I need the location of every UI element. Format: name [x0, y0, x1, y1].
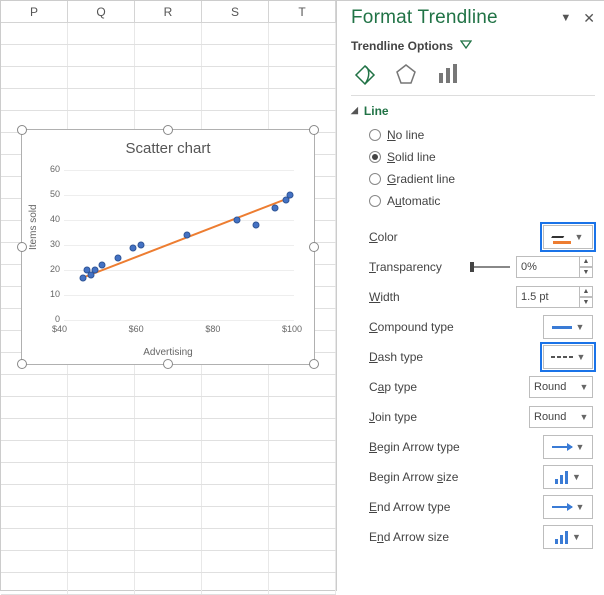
radio-solid-line[interactable]: Solid line — [369, 146, 595, 168]
end-arrow-type-picker[interactable]: ▼ — [543, 495, 593, 519]
format-trendline-pane: Format Trendline ▼ ✕ Trendline Options ◢… — [337, 1, 604, 591]
begin-arrow-type-picker[interactable]: ▼ — [543, 435, 593, 459]
prop-begin-arrow-size: Begin Arrow size ▼ — [351, 462, 595, 492]
y-axis-label: Items sold — [28, 204, 39, 250]
col-header[interactable]: T — [269, 1, 336, 22]
begin-arrow-size-picker[interactable]: ▼ — [543, 465, 593, 489]
prop-cap-type: Cap type Round▼ — [351, 372, 595, 402]
prop-dash-type: Dash type ▼ — [351, 342, 595, 372]
pane-tabs — [351, 53, 595, 96]
collapse-icon: ◢ — [351, 105, 358, 116]
section-line[interactable]: ◢ Line — [351, 104, 595, 118]
column-headers: P Q R S T — [1, 1, 336, 23]
prop-compound-type: Compound type ▼ — [351, 312, 595, 342]
prop-begin-arrow-type: Begin Arrow type ▼ — [351, 432, 595, 462]
spreadsheet-grid[interactable]: P Q R S T Scatter chart Items sold 01020… — [1, 1, 337, 591]
pane-subhead[interactable]: Trendline Options — [351, 39, 595, 53]
prop-join-type: Join type Round▼ — [351, 402, 595, 432]
plot-area[interactable]: 0102030405060$40$60$80$100 — [64, 170, 294, 320]
close-icon[interactable]: ✕ — [583, 10, 595, 27]
end-arrow-size-picker[interactable]: ▼ — [543, 525, 593, 549]
color-picker[interactable]: ▼ — [543, 225, 593, 249]
join-type-select[interactable]: Round▼ — [529, 406, 593, 428]
prop-end-arrow-size: End Arrow size ▼ — [351, 522, 595, 552]
radio-gradient-line[interactable]: Gradient line — [369, 168, 595, 190]
col-header[interactable]: Q — [68, 1, 135, 22]
col-header[interactable]: S — [202, 1, 269, 22]
radio-no-line[interactable]: No line — [369, 124, 595, 146]
compound-type-picker[interactable]: ▼ — [543, 315, 593, 339]
radio-automatic[interactable]: Automatic — [369, 190, 595, 212]
dash-type-picker[interactable]: ▼ — [543, 345, 593, 369]
tab-trendline-options[interactable] — [437, 63, 461, 87]
prop-end-arrow-type: End Arrow type ▼ — [351, 492, 595, 522]
tab-effects[interactable] — [395, 63, 419, 87]
transparency-spinner[interactable]: ▲▼ — [579, 256, 593, 278]
col-header[interactable]: R — [135, 1, 202, 22]
transparency-slider[interactable] — [470, 266, 510, 268]
line-type-radios: No line Solid line Gradient line Automat… — [351, 124, 595, 212]
task-pane-options-icon[interactable]: ▼ — [560, 12, 571, 24]
tab-fill-line[interactable] — [353, 63, 377, 87]
cap-type-select[interactable]: Round▼ — [529, 376, 593, 398]
chevron-down-icon — [460, 40, 472, 50]
prop-color: Color ▼ — [351, 222, 595, 252]
col-header[interactable]: P — [1, 1, 68, 22]
pane-title: Format Trendline — [351, 7, 498, 29]
width-spinner[interactable]: ▲▼ — [579, 286, 593, 308]
transparency-input[interactable]: 0% — [516, 256, 580, 278]
width-input[interactable]: 1.5 pt — [516, 286, 580, 308]
prop-width: Width 1.5 pt ▲▼ — [351, 282, 595, 312]
prop-transparency: Transparency 0% ▲▼ — [351, 252, 595, 282]
chart-object[interactable]: Scatter chart Items sold 0102030405060$4… — [21, 129, 315, 365]
x-axis-label: Advertising — [22, 347, 314, 358]
